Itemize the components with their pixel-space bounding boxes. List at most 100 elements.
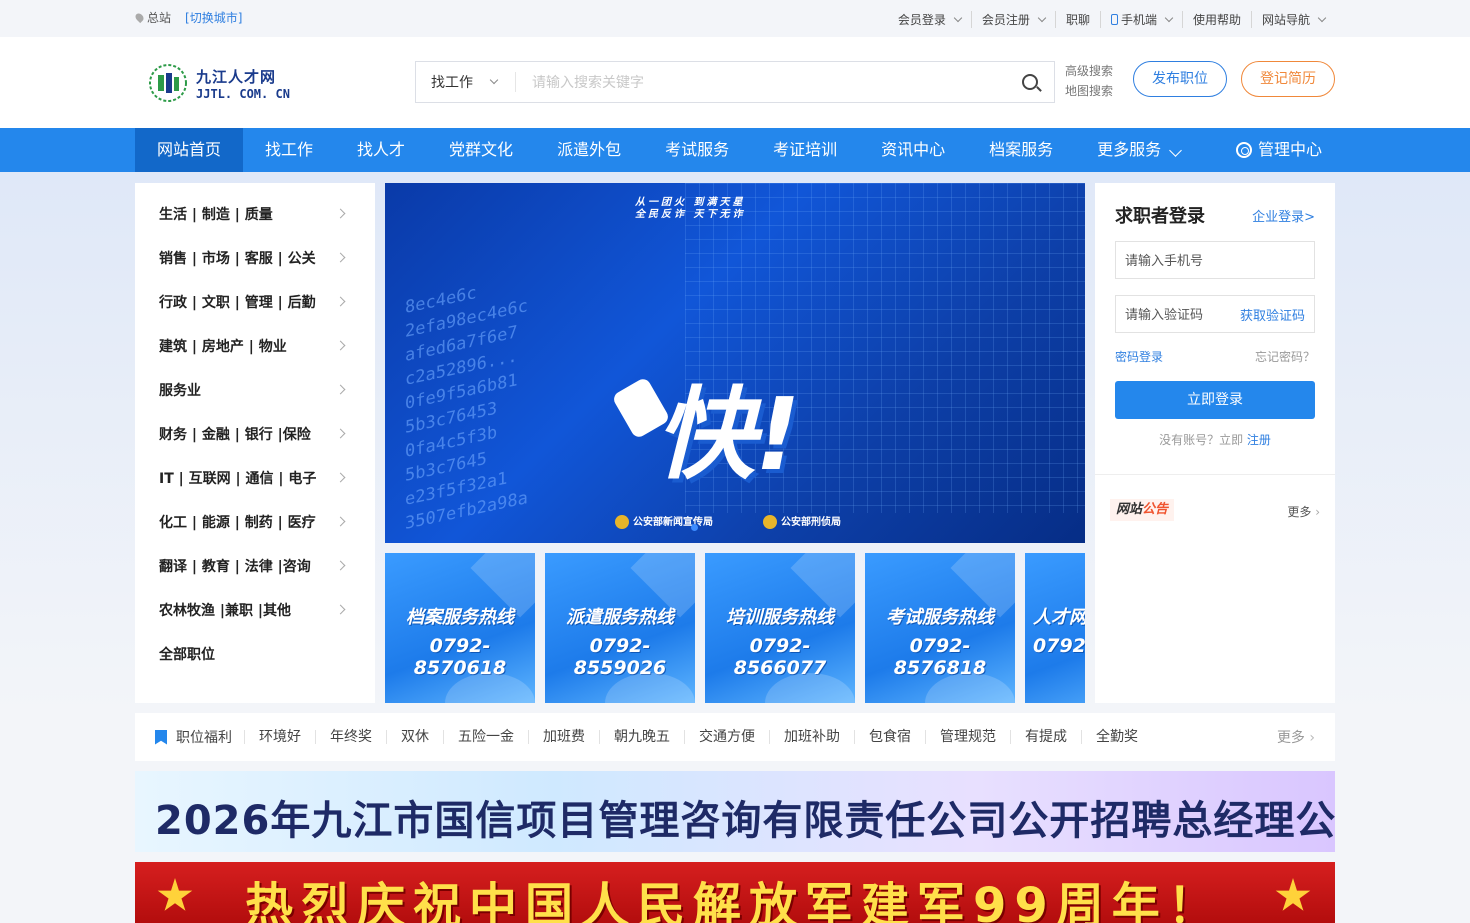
category-label: 生活 | 制造 | 质量 [159, 207, 273, 223]
main-nav: 网站首页 找工作 找人才 党群文化 派遣外包 考试服务 考证培训 资讯中心 档案… [0, 128, 1470, 172]
nav-home[interactable]: 网站首页 [135, 128, 244, 172]
chat-link[interactable]: 职聊 [1054, 11, 1100, 28]
benefit-tag[interactable]: 朝九晚五 [599, 730, 684, 744]
banner-slogan-line: 全民反诈 天下无诈 [635, 209, 746, 220]
search-type-select[interactable]: 找工作 [416, 72, 516, 92]
help-link[interactable]: 使用帮助 [1181, 11, 1251, 28]
mobile-link[interactable]: 手机端 [1099, 11, 1182, 28]
category-item[interactable]: 化工 | 能源 | 制药 | 医疗 [135, 500, 375, 544]
hotline-title: 培训服务热线 [726, 607, 834, 628]
hero-banner[interactable]: 8ec4e6c 2efa98ec4e6c afed6a7f6e7 c2a52896..… [385, 183, 1085, 543]
chevron-right-icon: › [1311, 505, 1320, 519]
benefit-tag[interactable]: 全勤奖 [1081, 730, 1152, 744]
benefits-more-link[interactable]: 更多 › [1277, 727, 1315, 747]
category-item[interactable]: 财务 | 金融 | 银行 |保险 [135, 412, 375, 456]
benefit-tag[interactable]: 环境好 [244, 730, 315, 744]
verification-code-field: 获取验证码 [1115, 295, 1315, 333]
hotline-phone: 0792-8566077 [733, 635, 827, 679]
header: 九江人才网 JJTL. COM. CN 找工作 高级搜索 地图搜索 发布职位 登… [0, 37, 1470, 128]
benefit-tag[interactable]: 加班费 [528, 730, 599, 744]
nav-more-services[interactable]: 更多服务 [1075, 128, 1202, 172]
member-register-label: 会员注册 [981, 13, 1030, 27]
hotline-title: 考试服务热线 [886, 607, 994, 628]
nav-news[interactable]: 资讯中心 [859, 128, 967, 172]
benefit-tag[interactable]: 管理规范 [925, 730, 1010, 744]
banner-org-label: 公安部刑侦局 [781, 517, 841, 528]
search-icon[interactable] [1008, 63, 1054, 101]
category-item[interactable]: 销售 | 市场 | 客服 | 公关 [135, 236, 375, 280]
map-search-link[interactable]: 地图搜索 [1065, 81, 1113, 101]
get-code-button[interactable]: 获取验证码 [1240, 305, 1305, 324]
banner-headline: 快! [655, 376, 801, 493]
nav-exam[interactable]: 考试服务 [643, 128, 751, 172]
site-nav-link[interactable]: 网站导航 [1250, 11, 1335, 28]
category-all-jobs[interactable]: 全部职位 [135, 632, 375, 676]
category-item[interactable]: 生活 | 制造 | 质量 [135, 192, 375, 236]
password-login-link[interactable]: 密码登录 [1115, 348, 1163, 365]
advanced-search-links: 高级搜索 地图搜索 [1065, 61, 1113, 101]
hotline-tile[interactable]: 培训服务热线 0792-8566077 [705, 553, 855, 703]
gear-icon [1236, 142, 1252, 158]
register-link[interactable]: 注册 [1247, 433, 1271, 447]
chevron-right-icon: › [1304, 730, 1315, 746]
site-logo[interactable]: 九江人才网 JJTL. COM. CN [146, 63, 290, 103]
benefit-tag[interactable]: 加班补助 [769, 730, 854, 744]
notice-label-a: 网站 [1116, 502, 1143, 517]
nav-find-job[interactable]: 找工作 [243, 128, 335, 172]
anniversary-banner[interactable]: 热烈庆祝中国人民解放军建军99周年！ [135, 862, 1335, 923]
banner-org-1: 公安部新闻宣传局 [615, 513, 713, 529]
benefit-tag[interactable]: 有提成 [1010, 730, 1081, 744]
member-login-link[interactable]: 会员登录 [888, 11, 971, 28]
benefit-tag[interactable]: 交通方便 [684, 730, 769, 744]
manage-center-link[interactable]: 管理中心 [1236, 128, 1322, 172]
benefit-tag[interactable]: 年终奖 [315, 730, 386, 744]
category-item[interactable]: 行政 | 文职 | 管理 | 后勤 [135, 280, 375, 324]
forgot-password-link[interactable]: 忘记密码？ [1255, 348, 1315, 365]
benefit-tag[interactable]: 包食宿 [854, 730, 925, 744]
logo-name: 九江人才网 [196, 67, 277, 86]
nav-party-culture[interactable]: 党群文化 [427, 128, 535, 172]
notice-label-b: 公告 [1142, 502, 1169, 517]
notice-more-link[interactable]: 更多 › [1287, 503, 1320, 520]
top-bar: 总站 [切换城市] 会员登录 会员注册 职聊 手机端 使用帮助 网站导航 [0, 0, 1470, 37]
switch-city-link[interactable]: [切换城市] [185, 9, 242, 26]
category-label: 化工 | 能源 | 制药 | 医疗 [159, 515, 316, 531]
police-badge-icon [615, 515, 629, 529]
category-label: IT | 互联网 | 通信 | 电子 [159, 471, 317, 487]
post-job-button[interactable]: 发布职位 [1133, 61, 1227, 97]
category-item[interactable]: 服务业 [135, 368, 375, 412]
category-item[interactable]: 建筑 | 房地产 | 物业 [135, 324, 375, 368]
verification-code-input[interactable] [1116, 297, 1236, 331]
enterprise-login-link[interactable]: 企业登录> [1252, 206, 1315, 225]
chevron-right-icon [335, 604, 346, 615]
phone-input[interactable] [1115, 241, 1315, 279]
category-label: 服务业 [159, 383, 201, 399]
recruitment-notice-banner[interactable]: 2026年九江市国信项目管理咨询有限责任公司公开招聘总经理公告 [135, 771, 1335, 852]
hotline-tile[interactable]: 派遣服务热线 0792-8559026 [545, 553, 695, 703]
login-submit-button[interactable]: 立即登录 [1115, 381, 1315, 419]
register-resume-button[interactable]: 登记简历 [1241, 61, 1335, 97]
hotline-tile[interactable]: 考试服务热线 0792-8576818 [865, 553, 1015, 703]
notice-more-label: 更多 [1287, 505, 1312, 519]
search-bar: 找工作 [415, 61, 1055, 103]
search-input[interactable] [516, 63, 1008, 101]
advanced-search-link[interactable]: 高级搜索 [1065, 61, 1113, 81]
ad-text: 热烈庆祝中国人民解放军建军99周年！ [245, 878, 1224, 923]
carousel-dot[interactable] [691, 524, 698, 531]
benefit-tag[interactable]: 五险一金 [443, 730, 528, 744]
star-icon [157, 878, 193, 911]
star-icon [1275, 878, 1311, 911]
nav-training[interactable]: 考证培训 [751, 128, 859, 172]
category-item[interactable]: 翻译 | 教育 | 法律 |咨询 [135, 544, 375, 588]
benefit-tag[interactable]: 双休 [386, 730, 443, 744]
category-item[interactable]: 农林牧渔 |兼职 |其他 [135, 588, 375, 632]
hotline-tile[interactable]: 人才网服务热线 0792-8 [1025, 553, 1085, 703]
banner-slogan-line: 从一团火 到满天星 [635, 197, 746, 208]
chevron-down-icon [489, 75, 499, 85]
nav-dispatch[interactable]: 派遣外包 [535, 128, 643, 172]
nav-find-talent[interactable]: 找人才 [335, 128, 427, 172]
category-item[interactable]: IT | 互联网 | 通信 | 电子 [135, 456, 375, 500]
nav-archives[interactable]: 档案服务 [967, 128, 1075, 172]
member-register-link[interactable]: 会员注册 [970, 11, 1055, 28]
hotline-tile[interactable]: 档案服务热线 0792-8570618 [385, 553, 535, 703]
